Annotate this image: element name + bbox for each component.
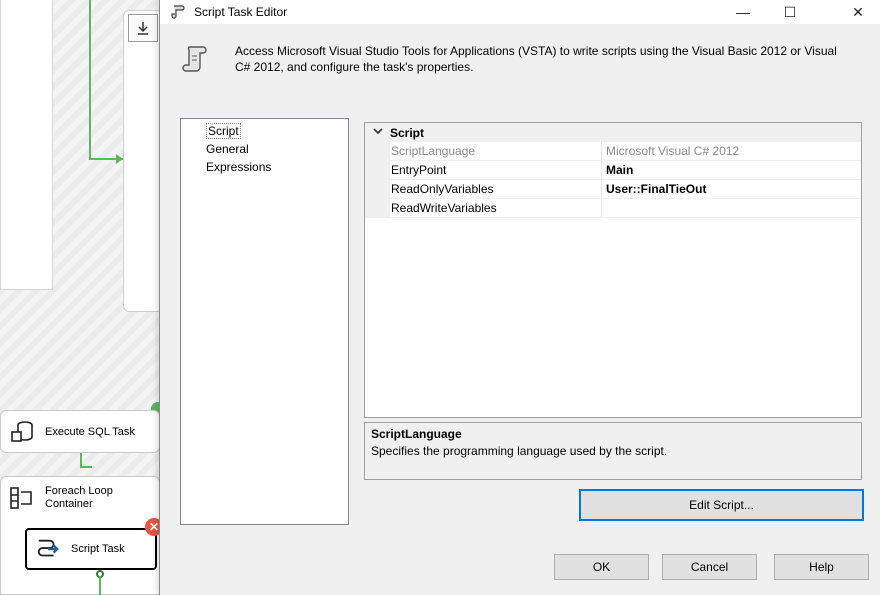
- dialog-description: Access Microsoft Visual Studio Tools for…: [235, 44, 837, 74]
- property-value[interactable]: User::FinalTieOut: [602, 180, 861, 198]
- close-button[interactable]: ✕: [835, 0, 880, 24]
- chevron-down-icon[interactable]: [365, 127, 390, 138]
- nav-item-general[interactable]: General: [181, 140, 348, 158]
- task-label: Execute SQL Task: [45, 425, 135, 438]
- scroll-icon: [181, 44, 209, 74]
- property-row-entrypoint[interactable]: EntryPoint Main: [365, 161, 861, 180]
- description-title: ScriptLanguage: [371, 427, 462, 441]
- precedence-connector: [80, 466, 92, 468]
- designer-panel: [0, 0, 53, 290]
- property-value[interactable]: [602, 199, 861, 217]
- property-grid: Script ScriptLanguage Microsoft Visual C…: [364, 122, 862, 418]
- category-label: Script: [390, 125, 425, 140]
- property-description-panel: ScriptLanguage Specifies the programming…: [364, 422, 862, 480]
- connector-arrow: [116, 154, 123, 164]
- ok-button[interactable]: OK: [554, 554, 649, 580]
- property-value[interactable]: Microsoft Visual C# 2012: [602, 142, 861, 160]
- page-navigation-list: Script General Expressions: [180, 118, 349, 525]
- property-name: ReadWriteVariables: [390, 199, 602, 217]
- precedence-connector: [80, 453, 82, 467]
- foreach-loop-container[interactable]: Foreach Loop Container: [0, 476, 160, 519]
- task-label: Script Task: [71, 543, 125, 555]
- script-task-editor-dialog: Script Task Editor — ☐ ✕ Access Microsof…: [159, 0, 880, 595]
- script-task-icon: [35, 536, 61, 562]
- property-value[interactable]: Main: [602, 161, 861, 179]
- nav-item-label: Expressions: [206, 160, 272, 174]
- title-bar[interactable]: Script Task Editor — ☐ ✕: [160, 0, 880, 24]
- script-icon: [170, 4, 186, 20]
- execute-sql-task[interactable]: Execute SQL Task: [0, 410, 160, 453]
- property-row-readwritevariables[interactable]: ReadWriteVariables: [365, 199, 861, 218]
- description-text: Specifies the programming language used …: [371, 444, 668, 458]
- property-row-scriptlanguage[interactable]: ScriptLanguage Microsoft Visual C# 2012: [365, 142, 861, 161]
- property-name: ScriptLanguage: [390, 142, 602, 160]
- precedence-connector: [89, 0, 91, 160]
- edit-script-button[interactable]: Edit Script...: [579, 489, 864, 521]
- loop-icon: [9, 485, 35, 511]
- precedence-connector: [99, 576, 101, 595]
- maximize-button[interactable]: ☐: [767, 0, 813, 24]
- database-icon: [9, 419, 35, 445]
- help-button[interactable]: Help: [774, 554, 869, 580]
- window-title: Script Task Editor: [194, 5, 288, 19]
- nav-item-expressions[interactable]: Expressions: [181, 158, 348, 176]
- nav-item-script[interactable]: Script: [181, 122, 348, 140]
- task-label: Foreach Loop Container: [45, 485, 113, 510]
- property-name: ReadOnlyVariables: [390, 180, 602, 198]
- nav-item-label: Script: [206, 123, 241, 139]
- property-name: EntryPoint: [390, 161, 602, 179]
- script-task[interactable]: Script Task: [25, 528, 157, 570]
- property-category[interactable]: Script: [365, 123, 861, 142]
- minimize-button[interactable]: —: [720, 0, 766, 24]
- cancel-button[interactable]: Cancel: [662, 554, 757, 580]
- property-row-readonlyvariables[interactable]: ReadOnlyVariables User::FinalTieOut: [365, 180, 861, 199]
- nav-item-label: General: [206, 142, 249, 156]
- collapse-icon[interactable]: [128, 14, 158, 42]
